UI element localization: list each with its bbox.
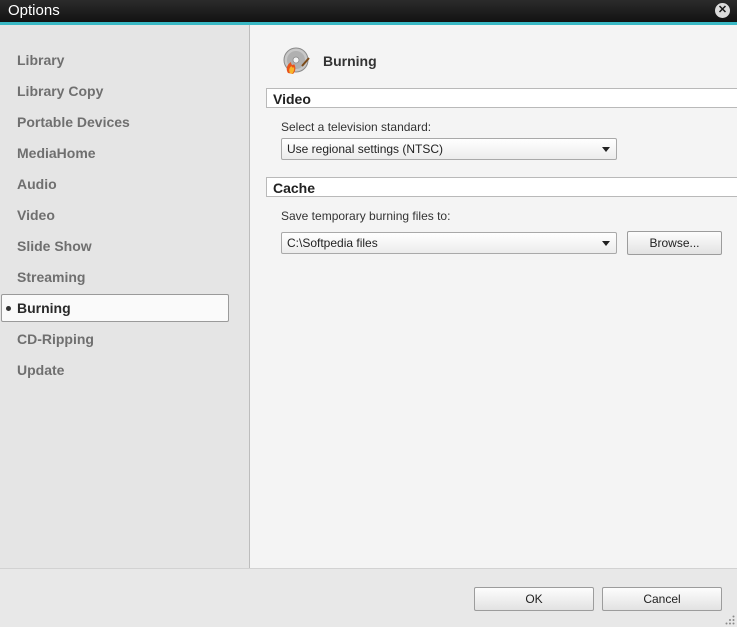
cache-section-header: Cache [266, 177, 737, 197]
sidebar-item-audio[interactable]: Audio [0, 171, 229, 197]
selected-bullet-icon [6, 306, 11, 311]
cache-path-value: C:\Softpedia files [287, 236, 378, 250]
sidebar-item-label: CD-Ripping [17, 331, 94, 347]
sidebar-item-library-copy[interactable]: Library Copy [0, 78, 229, 104]
sidebar-item-streaming[interactable]: Streaming [0, 264, 229, 290]
save-location-label: Save temporary burning files to: [281, 209, 451, 223]
sidebar-item-label: Library [17, 52, 65, 68]
video-section-header: Video [266, 88, 737, 108]
sidebar: Library Library Copy Portable Devices Me… [0, 25, 250, 568]
tv-standard-dropdown[interactable]: Use regional settings (NTSC) [281, 138, 617, 160]
sidebar-item-label: Video [17, 207, 55, 223]
page-title: Burning [323, 53, 377, 69]
sidebar-item-update[interactable]: Update [0, 357, 229, 383]
chevron-down-icon [602, 147, 610, 152]
sidebar-item-label: Slide Show [17, 238, 92, 254]
sidebar-item-label: MediaHome [17, 145, 96, 161]
sidebar-item-library[interactable]: Library [0, 47, 229, 73]
chevron-down-icon [602, 241, 610, 246]
sidebar-item-label: Streaming [17, 269, 86, 285]
sidebar-item-label: Update [17, 362, 65, 378]
window-title: Options [8, 2, 60, 19]
resize-grip-icon[interactable] [725, 615, 735, 625]
sidebar-item-slide-show[interactable]: Slide Show [0, 233, 229, 259]
content-panel: Burning Video Select a television standa… [250, 25, 737, 568]
burning-disc-icon [283, 47, 310, 74]
sidebar-item-mediahome[interactable]: MediaHome [0, 140, 229, 166]
footer-bar: OK Cancel [0, 568, 737, 627]
cancel-button[interactable]: Cancel [602, 587, 722, 611]
sidebar-item-label: Library Copy [17, 83, 104, 99]
sidebar-item-label: Audio [17, 176, 57, 192]
sidebar-item-label: Burning [17, 300, 71, 316]
title-bar: Options ✕ [0, 0, 737, 22]
tv-standard-value: Use regional settings (NTSC) [287, 142, 444, 156]
sidebar-item-video[interactable]: Video [0, 202, 229, 228]
sidebar-item-portable-devices[interactable]: Portable Devices [0, 109, 229, 135]
sidebar-item-burning[interactable]: Burning [1, 294, 229, 322]
close-icon[interactable]: ✕ [715, 3, 730, 18]
tv-standard-label: Select a television standard: [281, 120, 432, 134]
ok-button[interactable]: OK [474, 587, 594, 611]
sidebar-item-label: Portable Devices [17, 114, 130, 130]
cache-path-dropdown[interactable]: C:\Softpedia files [281, 232, 617, 254]
browse-button[interactable]: Browse... [627, 231, 722, 255]
sidebar-item-cd-ripping[interactable]: CD-Ripping [0, 326, 229, 352]
